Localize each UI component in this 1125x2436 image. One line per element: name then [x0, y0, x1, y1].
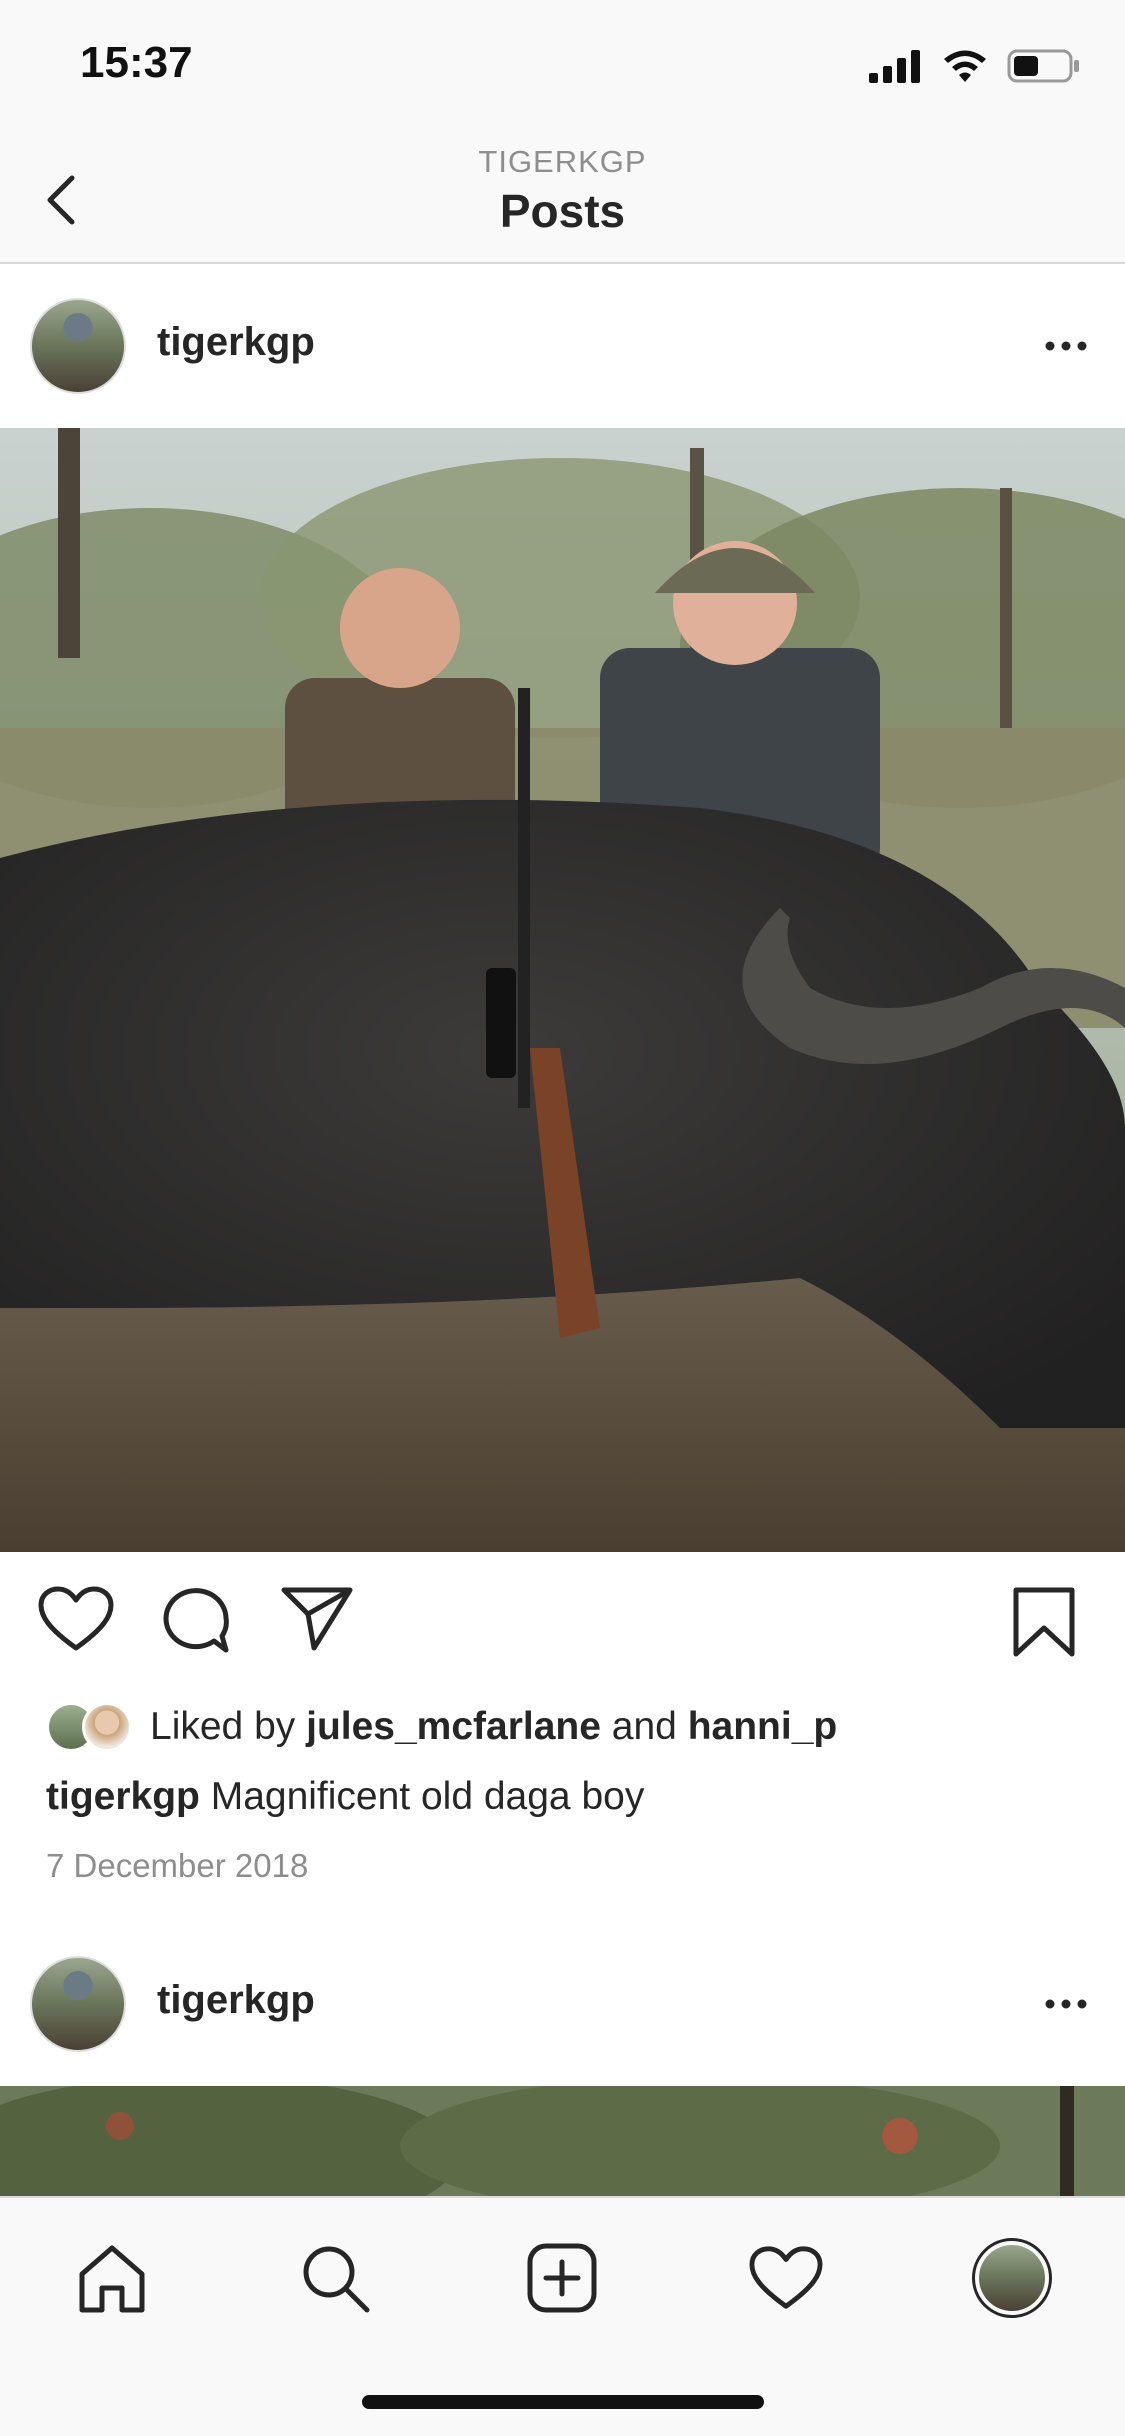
page-title: Posts — [499, 185, 626, 237]
paper-plane-icon — [281, 1587, 353, 1651]
battery-icon — [1007, 49, 1079, 83]
like-button[interactable] — [38, 1586, 114, 1657]
search-icon — [303, 2246, 370, 2313]
avatar[interactable] — [30, 298, 126, 394]
more-options-button[interactable] — [1043, 1984, 1089, 2024]
post-header: tigerkgp — [0, 266, 1125, 428]
status-icons — [869, 46, 1081, 86]
liked-by-label: Liked by — [150, 1705, 296, 1748]
comment-bubble-icon — [163, 1588, 229, 1653]
share-button[interactable] — [280, 1586, 354, 1657]
status-bar: 15:37 — [0, 0, 1125, 132]
more-horizontal-icon — [1045, 1999, 1087, 2009]
cellular-signal-icon — [869, 50, 920, 83]
bookmark-icon — [1013, 1587, 1075, 1657]
tab-search[interactable] — [293, 2236, 377, 2320]
caption-username[interactable]: tigerkgp — [46, 1775, 200, 1818]
tab-add[interactable] — [520, 2236, 604, 2320]
liked-by-text: Liked by jules_mcfarlane and hanni_p — [150, 1705, 837, 1749]
home-icon — [79, 2245, 145, 2313]
status-time: 15:37 — [80, 38, 193, 87]
post-date: 7 December 2018 — [46, 1847, 309, 1884]
tab-profile[interactable] — [970, 2236, 1054, 2320]
wifi-icon — [944, 50, 986, 82]
liked-by-and: and — [611, 1705, 677, 1748]
plus-square-icon — [527, 2243, 597, 2313]
home-indicator — [362, 2395, 764, 2409]
liker-username[interactable]: jules_mcfarlane — [306, 1705, 601, 1748]
avatar[interactable] — [30, 1956, 126, 2052]
post-header: tigerkgp — [0, 1924, 1125, 2086]
post-actions — [0, 1552, 1125, 1682]
post-caption: tigerkgp Magnificent old daga boy — [46, 1775, 644, 1819]
tab-activity[interactable] — [744, 2236, 828, 2320]
heart-icon — [749, 2246, 823, 2309]
caption-text: Magnificent old daga boy — [210, 1775, 645, 1818]
save-button[interactable] — [1012, 1586, 1076, 1663]
nav-subtitle: TIGERKGP — [478, 144, 647, 179]
post-image — [0, 2086, 1125, 2196]
post-username[interactable]: tigerkgp — [157, 1978, 315, 2023]
more-horizontal-icon — [1045, 341, 1087, 351]
liked-by-row[interactable]: Liked by jules_mcfarlane and hanni_p — [46, 1700, 837, 1754]
liker-avatar — [82, 1702, 132, 1752]
liker-username[interactable]: hanni_p — [688, 1705, 838, 1748]
tab-home[interactable] — [70, 2236, 154, 2320]
heart-icon — [38, 1586, 114, 1651]
post-username[interactable]: tigerkgp — [157, 320, 315, 365]
avatar — [972, 2238, 1052, 2318]
post-image — [0, 428, 1125, 1552]
more-options-button[interactable] — [1043, 326, 1089, 366]
post-photo[interactable] — [0, 2086, 1125, 2196]
navigation-bar: TIGERKGP Posts — [0, 132, 1125, 264]
comment-button[interactable] — [160, 1586, 232, 1659]
post-photo[interactable] — [0, 428, 1125, 1552]
